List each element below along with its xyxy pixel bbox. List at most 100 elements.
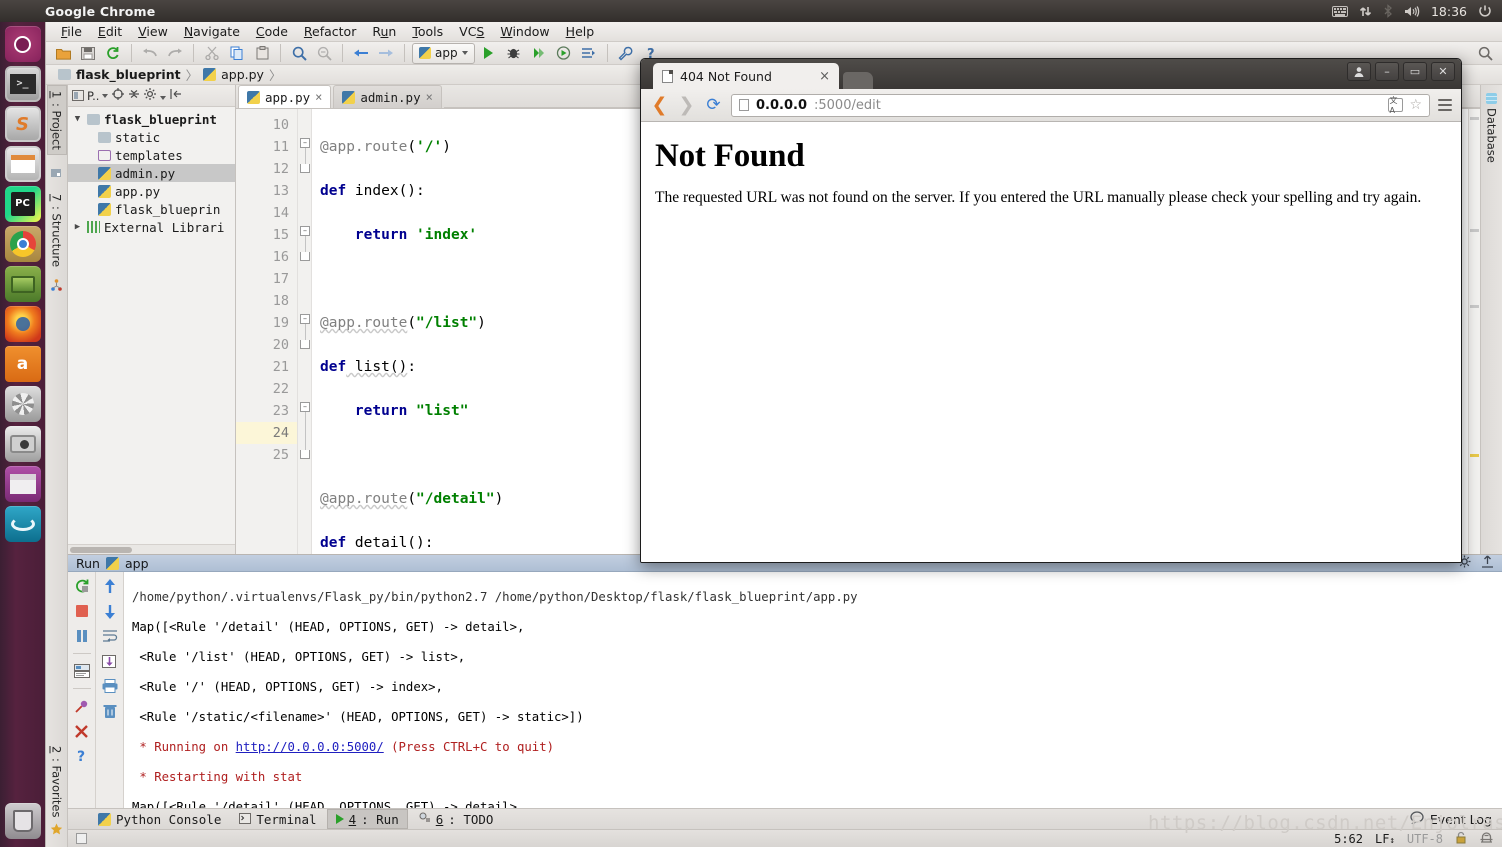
tree-row-external-libraries[interactable]: ▶ External Librari — [68, 218, 235, 236]
power-icon[interactable] — [1478, 4, 1492, 18]
active-app-title[interactable]: Google Chrome — [45, 4, 155, 19]
close-icon[interactable]: × — [426, 90, 433, 104]
pause-icon[interactable] — [73, 627, 91, 645]
print-icon[interactable] — [101, 677, 119, 695]
sublime-text-icon[interactable]: S — [4, 106, 41, 142]
rerun-icon[interactable] — [73, 577, 91, 595]
hide-icon[interactable] — [1481, 555, 1494, 571]
chevron-down-icon[interactable]: ▼ — [72, 114, 83, 124]
fold-collapse-icon[interactable]: – — [300, 402, 310, 413]
copy-icon[interactable] — [226, 42, 248, 64]
fold-collapse-icon[interactable]: – — [300, 226, 310, 237]
close-icon[interactable]: × — [819, 69, 830, 84]
line-separator[interactable]: LF↕ — [1375, 832, 1395, 846]
files-icon[interactable] — [4, 146, 41, 182]
hide-icon[interactable] — [170, 88, 182, 103]
navigate-back-icon[interactable] — [350, 42, 372, 64]
memory-indicator[interactable] — [76, 833, 87, 844]
tab-python-console[interactable]: Python Console — [90, 809, 229, 829]
fold-collapse-icon[interactable]: – — [300, 138, 310, 149]
stop-icon[interactable] — [73, 602, 91, 620]
amazon-icon[interactable]: a — [4, 346, 41, 382]
caret-position[interactable]: 5:62 — [1334, 832, 1363, 846]
collapse-all-icon[interactable] — [128, 88, 140, 103]
console-icon[interactable] — [73, 662, 91, 680]
system-settings-icon[interactable] — [4, 386, 41, 422]
event-log-button[interactable]: Event Log — [1410, 811, 1502, 827]
fold-collapse-icon[interactable]: – — [300, 314, 310, 325]
new-tab-icon[interactable] — [843, 72, 873, 89]
menu-vcs[interactable]: VCS — [452, 22, 491, 41]
sidebar-item-structure[interactable]: 7: Structure — [47, 188, 67, 272]
screenshot-icon[interactable] — [4, 426, 41, 462]
firefox-icon[interactable] — [4, 306, 41, 342]
close-icon[interactable]: × — [315, 90, 322, 104]
menu-navigate[interactable]: Navigate — [177, 22, 247, 41]
forward-icon[interactable]: ❯ — [677, 94, 696, 116]
minimize-button[interactable]: – — [1375, 62, 1399, 81]
breadcrumb-project[interactable]: flask_blueprint — [76, 67, 181, 82]
run-panel-config-name[interactable]: app — [125, 556, 149, 571]
clock[interactable]: 18:36 — [1431, 4, 1467, 19]
profile-icon[interactable] — [553, 42, 575, 64]
tree-row-flask-blueprint-py[interactable]: flask_blueprin — [68, 200, 235, 218]
pin-icon[interactable] — [73, 697, 91, 715]
tree-row-flask-blueprint[interactable]: ▼ flask_blueprint — [68, 110, 235, 128]
settings-icon[interactable] — [615, 42, 637, 64]
search-everywhere-icon[interactable] — [1474, 42, 1496, 64]
maximize-button[interactable]: ▭ — [1403, 62, 1427, 81]
export-icon[interactable] — [101, 652, 119, 670]
close-button[interactable]: ✕ — [1431, 62, 1455, 81]
server-url-link[interactable]: http://0.0.0.0:5000/ — [236, 740, 384, 754]
find-icon[interactable] — [288, 42, 310, 64]
tab-admin-py[interactable]: admin.py × — [333, 85, 442, 109]
navigate-forward-icon[interactable] — [375, 42, 397, 64]
chrome-menu-icon[interactable] — [1438, 98, 1452, 112]
workspace-switcher-icon[interactable] — [4, 466, 41, 502]
coverage-icon[interactable] — [528, 42, 550, 64]
menu-refactor[interactable]: Refactor — [297, 22, 363, 41]
bluetooth-icon[interactable] — [1383, 4, 1393, 18]
menu-edit[interactable]: Edit — [91, 22, 129, 41]
translate-icon[interactable]: 文A — [1388, 96, 1404, 115]
browser-tab-404-not-found[interactable]: 404 Not Found × — [653, 63, 839, 89]
project-panel-hscrollbar[interactable] — [68, 544, 235, 555]
breadcrumb-file[interactable]: app.py — [221, 67, 264, 82]
soft-wrap-icon[interactable] — [101, 627, 119, 645]
menu-help[interactable]: Help — [559, 22, 602, 41]
sync-icon[interactable] — [102, 42, 124, 64]
save-icon[interactable] — [77, 42, 99, 64]
tab-app-py[interactable]: app.py × — [238, 85, 332, 109]
address-bar[interactable]: 0.0.0.0:5000/edit 文A ☆ — [731, 93, 1430, 117]
menu-file[interactable]: File — [54, 22, 89, 41]
network-icon[interactable] — [1359, 5, 1372, 18]
scroll-up-icon[interactable] — [101, 577, 119, 595]
tree-row-admin-py[interactable]: admin.py — [68, 164, 235, 183]
sidebar-item-favorites[interactable]: 2: Favorites — [47, 740, 67, 823]
replace-icon[interactable] — [313, 42, 335, 64]
scroll-down-icon[interactable] — [101, 602, 119, 620]
pycharm-icon[interactable]: PC — [4, 186, 41, 222]
close-icon[interactable] — [73, 722, 91, 740]
sidebar-item-database[interactable]: Database — [1482, 89, 1502, 167]
menu-tools[interactable]: Tools — [405, 22, 450, 41]
file-encoding[interactable]: UTF-8 — [1407, 832, 1443, 846]
tab-todo[interactable]: 6: TODO — [410, 809, 502, 829]
run-console-output[interactable]: /home/python/.virtualenvs/Flask_py/bin/p… — [124, 572, 1502, 808]
cut-icon[interactable] — [201, 42, 223, 64]
google-chrome-icon[interactable] — [4, 226, 41, 262]
target-icon[interactable] — [112, 88, 125, 103]
help-icon[interactable]: ? — [73, 747, 91, 765]
menu-view[interactable]: View — [131, 22, 175, 41]
reload-icon[interactable]: ⟳ — [704, 95, 723, 115]
redo-icon[interactable] — [164, 42, 186, 64]
page-info-icon[interactable] — [739, 99, 749, 111]
hector-icon[interactable] — [1479, 830, 1494, 847]
debug-icon[interactable] — [503, 42, 525, 64]
tab-terminal[interactable]: Terminal — [231, 809, 324, 829]
tree-row-templates[interactable]: templates — [68, 146, 235, 164]
terminal-icon[interactable]: >_ — [4, 66, 41, 102]
project-view-selector[interactable]: P.. — [72, 89, 109, 103]
code-folding-gutter[interactable]: – – – – — [298, 109, 312, 555]
keyboard-icon[interactable] — [1331, 5, 1348, 17]
